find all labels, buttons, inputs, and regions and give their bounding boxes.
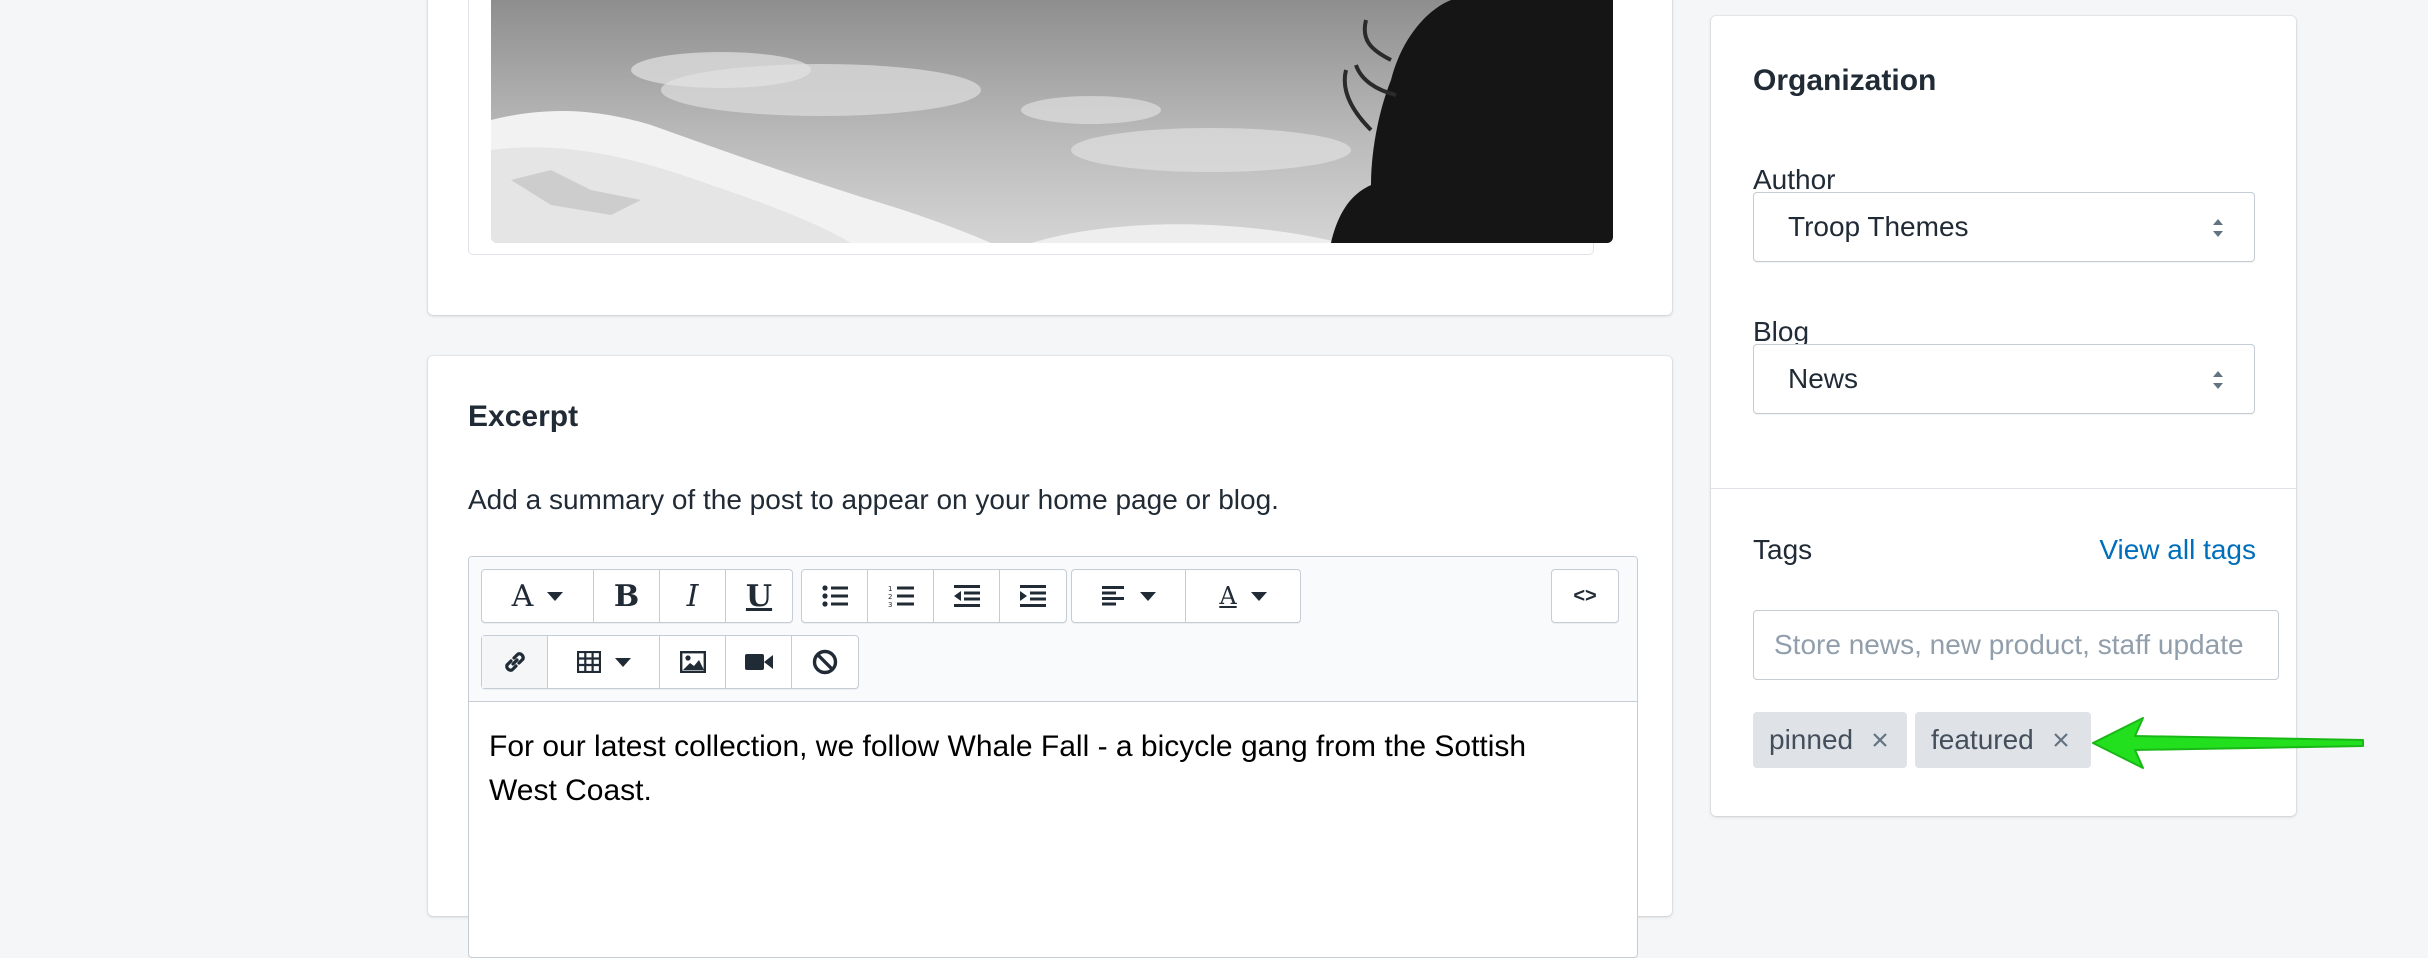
- text-format-group: A B I U: [481, 569, 793, 623]
- organization-title: Organization: [1753, 64, 1937, 97]
- excerpt-help-text: Add a summary of the post to appear on y…: [468, 484, 1279, 515]
- list-group: 1 2 3: [801, 569, 1067, 623]
- numbered-list-icon: 1 2 3: [888, 585, 914, 607]
- featured-image-frame: [468, 0, 1613, 255]
- close-icon[interactable]: [2052, 731, 2070, 749]
- clear-format-button[interactable]: [792, 636, 858, 688]
- italic-icon: I: [686, 578, 699, 614]
- chevron-down-icon: [614, 657, 631, 667]
- image-button[interactable]: [660, 636, 726, 688]
- clear-format-icon: [812, 649, 838, 675]
- editor-content[interactable]: For our latest collection, we follow Wha…: [489, 725, 1557, 813]
- align-button[interactable]: [1072, 570, 1186, 622]
- tag-featured: featured: [1915, 712, 2091, 768]
- align-left-icon: [1101, 586, 1124, 606]
- table-icon: [576, 651, 601, 673]
- bold-icon: B: [613, 578, 640, 614]
- italic-button[interactable]: I: [660, 570, 726, 622]
- tag-pinned: pinned: [1753, 712, 1907, 768]
- select-arrows-icon: [2213, 371, 2223, 389]
- text-color-button[interactable]: A: [1186, 570, 1300, 622]
- blog-select[interactable]: News: [1753, 344, 2255, 414]
- font-button[interactable]: A: [482, 570, 594, 622]
- chevron-down-icon: [547, 591, 564, 601]
- editor-toolbar: A B I U 1 2 3 A <>: [469, 557, 1637, 702]
- indent-icon: [1020, 585, 1046, 607]
- tags-input[interactable]: [1753, 610, 2279, 680]
- rich-text-editor: A B I U 1 2 3 A <> For our latest collec…: [468, 556, 1638, 958]
- image-icon: [679, 651, 706, 673]
- outdent-icon: [953, 585, 980, 607]
- bold-button[interactable]: B: [594, 570, 660, 622]
- organization-card: Organization Author Troop Themes Blog Ne…: [1711, 16, 2296, 816]
- underline-button[interactable]: U: [726, 570, 792, 622]
- bullet-list-icon: [821, 585, 848, 607]
- numbered-list-button[interactable]: 1 2 3: [868, 570, 934, 622]
- indent-button[interactable]: [1000, 570, 1066, 622]
- video-icon: [744, 654, 773, 670]
- chevron-down-icon: [1250, 591, 1267, 601]
- featured-image[interactable]: [491, 0, 1613, 243]
- svg-text:3: 3: [888, 601, 892, 607]
- author-select[interactable]: Troop Themes: [1753, 192, 2255, 262]
- underline-icon: U: [745, 578, 773, 614]
- svg-text:2: 2: [888, 593, 892, 601]
- tags-label: Tags: [1753, 534, 1813, 565]
- select-arrows-icon: [2213, 219, 2223, 237]
- align-color-group: A: [1071, 569, 1301, 623]
- excerpt-title: Excerpt: [468, 400, 579, 433]
- html-toggle-button[interactable]: <>: [1552, 570, 1618, 622]
- close-icon[interactable]: [1871, 731, 1889, 749]
- tag-label: featured: [1931, 724, 2034, 755]
- html-toggle-group: <>: [1551, 569, 1619, 623]
- chevron-down-icon: [1139, 591, 1156, 601]
- link-table-group: [481, 635, 859, 689]
- outdent-button[interactable]: [934, 570, 1000, 622]
- section-divider: [1711, 488, 2296, 489]
- font-icon: A: [511, 578, 534, 614]
- video-button[interactable]: [726, 636, 792, 688]
- table-button[interactable]: [548, 636, 660, 688]
- tag-label: pinned: [1769, 724, 1854, 755]
- bullet-list-button[interactable]: [802, 570, 868, 622]
- link-button[interactable]: [482, 636, 548, 688]
- svg-text:1: 1: [888, 585, 892, 593]
- image-card: [428, 0, 1672, 315]
- annotation-arrow-icon: [2092, 717, 2364, 769]
- link-icon: [504, 652, 525, 672]
- text-color-icon: A: [1219, 582, 1237, 610]
- view-all-tags-link[interactable]: View all tags: [2099, 534, 2256, 566]
- author-select-value: Troop Themes: [1788, 211, 1969, 242]
- excerpt-card: Excerpt Add a summary of the post to app…: [428, 356, 1672, 958]
- blog-select-value: News: [1788, 363, 1859, 394]
